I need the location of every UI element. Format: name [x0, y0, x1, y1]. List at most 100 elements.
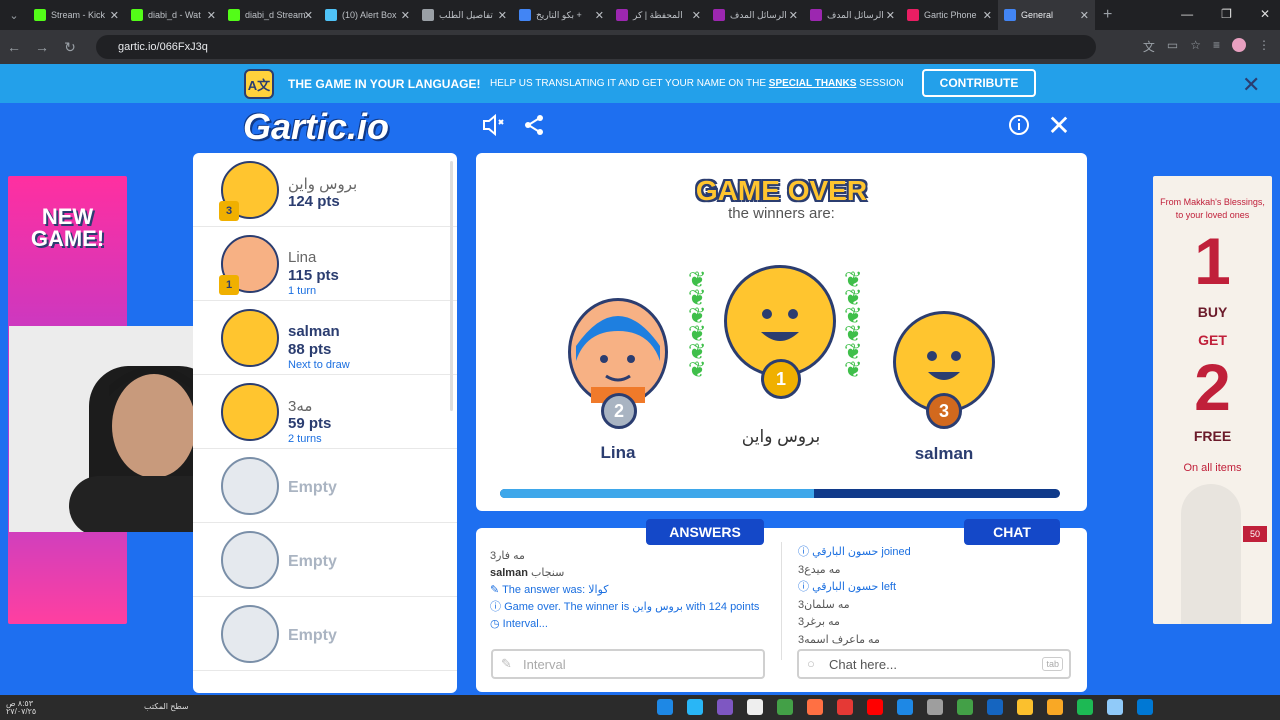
banner-text: HELP US TRANSLATING IT AND GET YOUR NAME… — [490, 78, 904, 89]
taskbar-start-icon[interactable] — [1137, 699, 1153, 715]
cast-icon[interactable]: ▭ — [1167, 38, 1178, 55]
taskbar-app-icon[interactable] — [957, 699, 973, 715]
tab-close-icon[interactable]: ✕ — [983, 9, 992, 22]
taskbar-chrome-icon[interactable] — [1017, 699, 1033, 715]
browser-tab[interactable]: تفاصيل الطلب ✕ — [416, 0, 513, 30]
taskbar-app-icon[interactable] — [747, 699, 763, 715]
answers-tab[interactable]: ANSWERS — [646, 519, 764, 545]
player-row[interactable]: salman 88 pts Next to draw — [193, 301, 457, 375]
share-icon[interactable] — [519, 110, 549, 140]
translate-icon[interactable]: 文 — [1143, 38, 1155, 55]
taskbar-app-icon[interactable] — [1107, 699, 1123, 715]
browser-tab[interactable]: بكو التاريخ + ✕ — [513, 0, 610, 30]
close-icon[interactable]: ✕ — [1044, 110, 1074, 141]
taskbar-app-icon[interactable] — [807, 699, 823, 715]
special-thanks-link[interactable]: SPECIAL THANKS — [769, 78, 857, 89]
taskbar-app-icon[interactable] — [867, 699, 883, 715]
tab-close-icon[interactable]: ✕ — [886, 9, 895, 22]
player-avatar: 3 — [219, 161, 279, 221]
forward-icon[interactable]: → — [28, 39, 56, 55]
right-ad-tagline: From Makkah's Blessings, to your loved o… — [1160, 197, 1265, 220]
taskbar-app-icon[interactable] — [927, 699, 943, 715]
browser-tab[interactable]: المحفظة | كر ✕ — [610, 0, 707, 30]
right-ad-buy-number: 1 — [1194, 224, 1231, 298]
taskbar-app-icon[interactable] — [987, 699, 1003, 715]
browser-tab[interactable]: الرسائل المدف ✕ — [707, 0, 804, 30]
window-close-icon[interactable]: ✕ — [1260, 7, 1270, 21]
minimize-icon[interactable]: — — [1181, 7, 1193, 21]
reload-icon[interactable]: ↻ — [56, 39, 84, 56]
browser-tab[interactable]: General ✕ — [998, 0, 1095, 30]
game-over-subtitle: the winners are: — [728, 205, 835, 222]
interval-progress-fill — [500, 489, 814, 498]
trophy-icon: 3 — [219, 201, 239, 221]
browser-tab[interactable]: Gartic Phone ✕ — [901, 0, 998, 30]
taskbar-app-icon[interactable] — [1047, 699, 1063, 715]
pencil-icon: ✎ — [501, 656, 512, 671]
tab-close-icon[interactable]: ✕ — [401, 9, 410, 22]
tab-favicon-icon — [519, 9, 531, 21]
taskbar-clock[interactable]: ٨:٥٣ ص ٢٧/٠٧/٢٥ — [6, 700, 66, 716]
browser-tab[interactable]: diabi_d - Wat ✕ — [125, 0, 222, 30]
banner-close-icon[interactable]: ✕ — [1242, 72, 1260, 98]
taskbar-app-icon[interactable] — [717, 699, 733, 715]
tab-search-icon[interactable]: ⌄ — [0, 9, 28, 22]
browser-tab[interactable]: (10) Alert Box ✕ — [319, 0, 416, 30]
right-ad-model-image — [1181, 484, 1241, 624]
chat-log-text: مه ميدع3 — [798, 563, 841, 576]
browser-tab[interactable]: Stream - Kick ✕ — [28, 0, 125, 30]
tab-label: diabi_d Stream — [245, 10, 306, 20]
back-icon[interactable]: ← — [0, 39, 28, 55]
answer-log-text: The answer was: كوالا — [502, 584, 609, 596]
browser-tab-bar: ⌄ Stream - Kick ✕ diabi_d - Wat ✕ diabi_d St… — [0, 0, 1280, 30]
menu-icon[interactable]: ⋮ — [1258, 38, 1270, 55]
tab-close-icon[interactable]: ✕ — [304, 9, 313, 22]
desktop-label[interactable]: سطح المكتب — [144, 702, 189, 711]
answer-input[interactable]: ✎ Interval — [491, 649, 765, 679]
contribute-button[interactable]: CONTRIBUTE — [922, 69, 1036, 97]
browser-tab[interactable]: diabi_d Stream ✕ — [222, 0, 319, 30]
player-row[interactable]: Empty — [193, 449, 457, 523]
tab-close-icon[interactable]: ✕ — [1080, 9, 1089, 22]
profile-avatar[interactable] — [1232, 38, 1246, 52]
tab-close-icon[interactable]: ✕ — [692, 9, 701, 22]
taskbar-app-icon[interactable] — [837, 699, 853, 715]
tab-close-icon[interactable]: ✕ — [498, 9, 507, 22]
player-row[interactable]: Empty — [193, 523, 457, 597]
tab-close-icon[interactable]: ✕ — [595, 9, 604, 22]
tab-close-icon[interactable]: ✕ — [789, 9, 798, 22]
info-icon[interactable] — [1004, 110, 1034, 140]
sound-icon[interactable] — [479, 110, 509, 140]
player-avatar — [221, 457, 279, 515]
chat-tab[interactable]: CHAT — [964, 519, 1060, 545]
url-field[interactable]: gartic.io/066FxJ3q — [96, 35, 1096, 59]
player-row[interactable]: Empty — [193, 597, 457, 671]
taskbar-spotify-icon[interactable] — [1077, 699, 1093, 715]
taskbar-app-icon[interactable] — [687, 699, 703, 715]
winner-second-name: Lina — [600, 443, 636, 462]
tab-label: بكو التاريخ + — [536, 9, 582, 20]
player-row[interactable]: 3 بروس واين 124 pts — [193, 153, 457, 227]
star-icon[interactable]: ☆ — [1190, 38, 1201, 55]
chat-log-text: مه برغر3 — [798, 616, 840, 628]
taskbar-app-icon[interactable] — [897, 699, 913, 715]
extensions-icon[interactable]: ≡ — [1213, 38, 1220, 55]
new-tab-button[interactable]: + — [1103, 6, 1112, 24]
tab-close-icon[interactable]: ✕ — [207, 9, 216, 22]
browser-tab[interactable]: الرسائل المدف ✕ — [804, 0, 901, 30]
taskbar-app-icon[interactable] — [657, 699, 673, 715]
taskbar-app-icon[interactable] — [777, 699, 793, 715]
players-scrollbar[interactable] — [450, 161, 453, 411]
player-name: Lina — [288, 249, 317, 266]
tab-label: diabi_d - Wat — [148, 10, 201, 20]
tab-close-icon[interactable]: ✕ — [110, 9, 119, 22]
player-row[interactable]: مه3 59 pts 2 turns — [193, 375, 457, 449]
answers-log: مه فار3 salman سنجاب ✎ The answer was: كوا… — [490, 548, 770, 648]
answer-log-line: ⓘ Game over. The winner is بروس واين wit… — [490, 599, 770, 616]
player-turn-status: Next to draw — [288, 359, 350, 371]
chat-input[interactable]: ○ Chat here... tab — [797, 649, 1071, 679]
right-ad[interactable]: From Makkah's Blessings, to your loved o… — [1153, 176, 1272, 624]
chat-log: ⓘ حسون البارقي joined مه ميدع3 ⓘ حسون البا… — [798, 544, 1068, 654]
restore-icon[interactable]: ❐ — [1221, 7, 1232, 21]
player-row[interactable]: 1 Lina 115 pts 1 turn — [193, 227, 457, 301]
